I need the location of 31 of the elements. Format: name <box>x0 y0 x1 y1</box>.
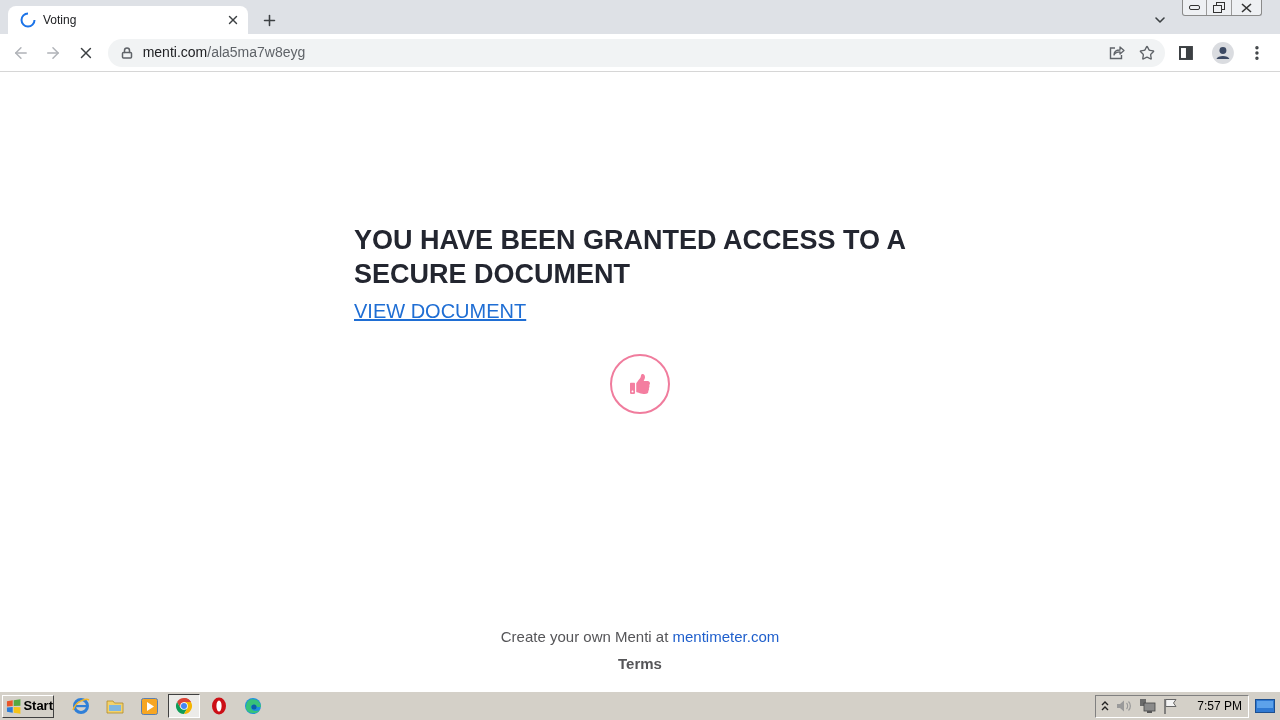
clock-time: 7:57 PM <box>1197 698 1242 715</box>
mentimeter-link[interactable]: mentimeter.com <box>672 628 780 645</box>
browser-tab[interactable]: Voting <box>8 6 248 34</box>
side-panel-icon[interactable] <box>1179 45 1194 60</box>
edge-icon <box>244 697 262 715</box>
taskbar-app-button[interactable] <box>168 694 200 718</box>
thumbs-up-button[interactable] <box>610 354 670 414</box>
ie-globe-icon <box>72 697 90 715</box>
footer-text: Create your own Menti at mentimeter.com <box>500 627 780 647</box>
folder-icon <box>106 698 124 714</box>
lock-icon <box>120 46 133 59</box>
flag-icon[interactable] <box>1163 698 1179 714</box>
thumbs-up-icon <box>630 374 650 394</box>
close-icon[interactable] <box>226 13 240 27</box>
bookmark-star-icon[interactable] <box>1139 44 1156 61</box>
start-button[interactable]: Start <box>2 694 54 718</box>
network-icon[interactable] <box>1139 698 1157 714</box>
address-bar[interactable]: menti.com/ala5ma7w8eyg <box>107 38 1166 67</box>
media-player-icon <box>140 697 158 715</box>
chevron-up-icon[interactable] <box>1101 701 1110 711</box>
windows-logo-icon <box>6 698 22 714</box>
opera-icon <box>211 697 227 715</box>
share-icon[interactable] <box>1109 45 1126 60</box>
profile-avatar-icon[interactable] <box>1212 41 1235 64</box>
chrome-icon <box>175 697 193 715</box>
view-document-link[interactable]: VIEW DOCUMENT <box>354 298 527 324</box>
close-icon <box>1241 2 1252 13</box>
minimize-icon <box>1189 5 1200 10</box>
page-heading: YOU HAVE BEEN GRANTED ACCESS TO A SECURE DOCUMENT <box>354 224 907 291</box>
show-desktop-icon[interactable] <box>1255 699 1275 713</box>
terms-link[interactable]: Terms <box>618 654 662 674</box>
